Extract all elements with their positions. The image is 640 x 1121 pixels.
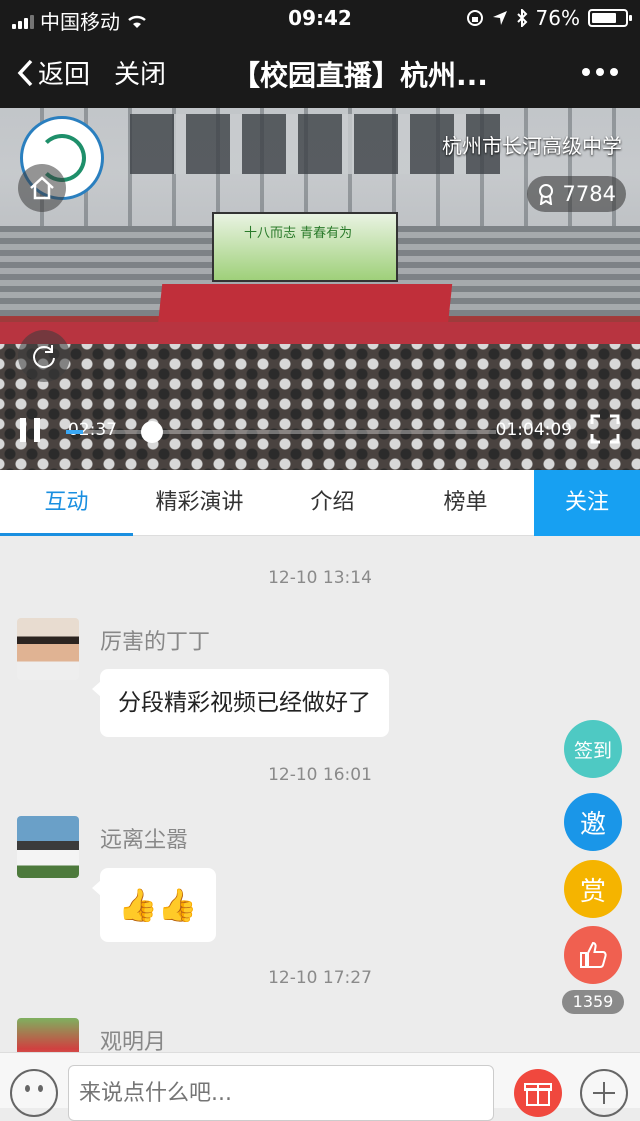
input-bar <box>0 1052 640 1121</box>
battery-icon <box>588 9 632 27</box>
viewer-count: 7784 <box>526 176 626 212</box>
tab-bar: 互动 精彩演讲 介绍 榜单 关注 <box>0 470 640 536</box>
username: 观明月 <box>100 1030 167 1052</box>
message-bubble: 👍👍 <box>92 868 216 942</box>
tab-interaction[interactable]: 互动 <box>0 470 133 536</box>
back-button[interactable]: 返回 <box>16 54 90 91</box>
message-bubble: 分段精彩视频已经做好了 <box>92 669 389 737</box>
nav-bar: 返回 关闭 【校园直播】杭州... <box>0 36 640 108</box>
more-options-button[interactable] <box>582 68 618 76</box>
gift-icon <box>524 1083 552 1106</box>
home-icon <box>30 176 54 200</box>
message-timestamp: 12-10 16:01 <box>268 765 372 785</box>
reward-button[interactable]: 赏 <box>564 860 622 918</box>
chevron-left-icon <box>17 59 33 86</box>
emoji-button[interactable] <box>10 1069 58 1117</box>
refresh-icon <box>33 345 55 369</box>
username: 远离尘嚣 <box>100 828 189 853</box>
stage-screen: 十八而志 青春有为 <box>212 212 398 282</box>
fullscreen-icon <box>590 414 620 444</box>
message-timestamp: 12-10 13:14 <box>268 568 372 588</box>
back-label: 返回 <box>38 60 91 90</box>
username: 厉害的丁丁 <box>100 630 211 655</box>
progress-played <box>66 430 84 434</box>
audience <box>0 344 640 470</box>
thumbs-up-icon <box>580 941 607 968</box>
refresh-button[interactable] <box>18 330 70 382</box>
like-button[interactable] <box>564 926 622 984</box>
message-input[interactable] <box>68 1065 494 1121</box>
tab-intro[interactable]: 介绍 <box>266 470 399 536</box>
orientation-lock-icon <box>466 10 483 26</box>
viewer-count-value: 7784 <box>562 182 616 206</box>
tab-highlights[interactable]: 精彩演讲 <box>133 470 266 536</box>
pause-button[interactable] <box>20 418 50 446</box>
home-button[interactable] <box>18 164 66 212</box>
checkin-button[interactable]: 签到 <box>564 720 622 778</box>
status-bar: 中国移动 09:42 76% <box>0 0 640 36</box>
avatar[interactable] <box>17 816 79 878</box>
close-button[interactable]: 关闭 <box>114 54 166 91</box>
video-player[interactable]: 十八而志 青春有为 杭州市长河高级中学 7784 02:37 01:04:09 <box>0 108 640 470</box>
invite-button[interactable]: 邀 <box>564 793 622 851</box>
gift-button[interactable] <box>514 1069 562 1117</box>
bluetooth-icon <box>516 9 527 27</box>
follow-button[interactable]: 关注 <box>534 470 640 536</box>
channel-name: 杭州市长河高级中学 <box>442 134 622 158</box>
progress-bar[interactable] <box>66 421 496 443</box>
stage-screen-text: 十八而志 青春有为 <box>244 226 353 241</box>
avatar[interactable] <box>17 618 79 680</box>
plus-button[interactable] <box>580 1069 628 1117</box>
battery-percent: 76% <box>535 6 580 30</box>
page-title: 【校园直播】杭州... <box>232 59 488 92</box>
total-time: 01:04:09 <box>495 420 572 440</box>
chat-list[interactable]: 12-10 13:14 厉害的丁丁 分段精彩视频已经做好了 12-10 16:0… <box>0 536 640 1052</box>
fullscreen-button[interactable] <box>590 414 620 444</box>
tab-ranking[interactable]: 榜单 <box>399 470 532 536</box>
like-count: 1359 <box>562 990 624 1014</box>
stage <box>157 284 453 326</box>
progress-knob[interactable] <box>141 421 163 443</box>
location-icon <box>492 11 507 25</box>
message-timestamp: 12-10 17:27 <box>268 968 372 988</box>
avatar[interactable] <box>17 1018 79 1052</box>
medal-icon <box>538 184 553 205</box>
